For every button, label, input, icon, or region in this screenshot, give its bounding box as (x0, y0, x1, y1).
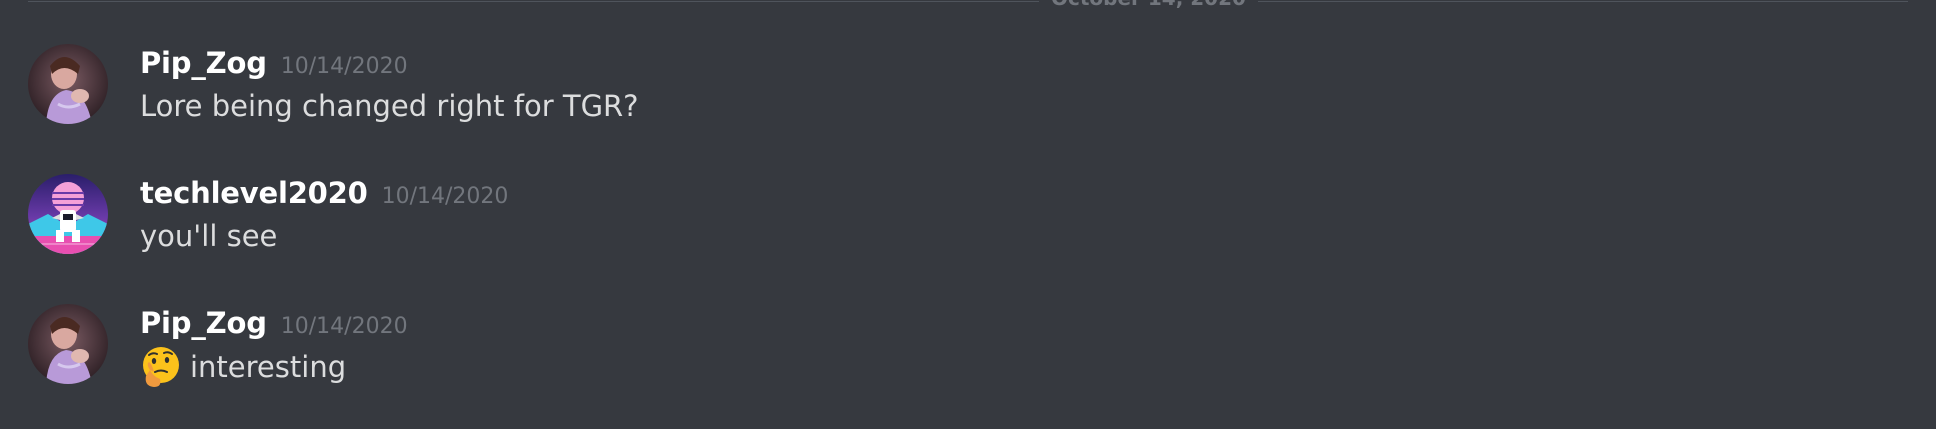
username[interactable]: techlevel2020 (140, 176, 368, 210)
message-item[interactable]: Pip_Zog 10/14/2020 interesting (28, 304, 1908, 404)
pip-zog-avatar-image (28, 44, 108, 124)
user-avatar[interactable] (28, 304, 108, 384)
message-content: interesting (140, 346, 346, 388)
user-avatar[interactable] (28, 174, 108, 254)
message-content: you'll see (140, 219, 278, 253)
message-content: Lore being changed right for TGR? (140, 89, 639, 123)
chat-messages-area: October 14, 2020 Pip_Zog 10/14/2020 (0, 0, 1936, 429)
pip-zog-avatar-image (28, 304, 108, 384)
message-item[interactable]: techlevel2020 10/14/2020 you'll see (28, 174, 1908, 274)
message-header: Pip_Zog 10/14/2020 (140, 44, 408, 82)
username[interactable]: Pip_Zog (140, 46, 267, 80)
message-item[interactable]: Pip_Zog 10/14/2020 Lore being changed rig… (28, 44, 1908, 144)
message-timestamp[interactable]: 10/14/2020 (281, 54, 408, 79)
message-header: Pip_Zog 10/14/2020 (140, 304, 408, 342)
message-timestamp[interactable]: 10/14/2020 (382, 184, 509, 209)
username[interactable]: Pip_Zog (140, 306, 267, 340)
techlevel-avatar-image (28, 174, 108, 254)
user-avatar[interactable] (28, 44, 108, 124)
message-header: techlevel2020 10/14/2020 (140, 174, 508, 212)
divider-line (28, 1, 1908, 2)
thinking-face-icon[interactable] (140, 346, 182, 388)
date-divider-label: October 14, 2020 (1039, 0, 1258, 10)
message-text: interesting (190, 350, 347, 384)
message-timestamp[interactable]: 10/14/2020 (281, 314, 408, 339)
date-divider: October 14, 2020 (28, 0, 1908, 10)
